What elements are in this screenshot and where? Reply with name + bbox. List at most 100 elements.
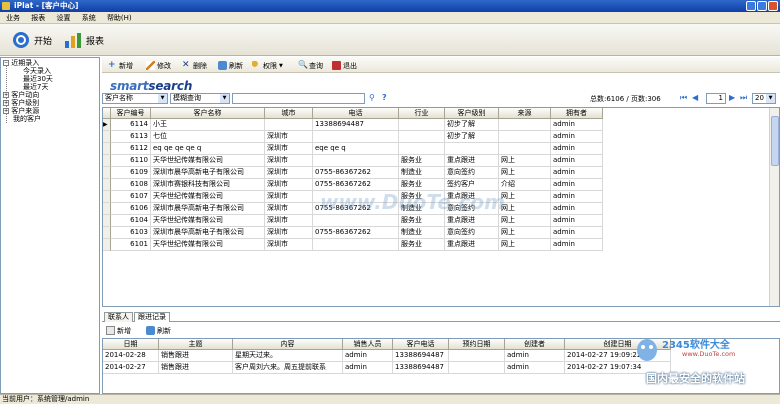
row-selector[interactable] bbox=[103, 239, 111, 251]
table-cell[interactable]: 介绍 bbox=[499, 179, 551, 191]
column-header[interactable]: 创建者 bbox=[505, 339, 565, 350]
row-selector[interactable]: ▶ bbox=[103, 119, 111, 131]
table-cell[interactable]: 深圳市赛银科技有限公司 bbox=[151, 179, 265, 191]
table-cell[interactable]: 网上 bbox=[499, 155, 551, 167]
table-cell[interactable] bbox=[445, 143, 499, 155]
minimize-button[interactable] bbox=[746, 1, 756, 11]
menu-business[interactable]: 业务 bbox=[3, 12, 23, 24]
table-cell[interactable]: 13388694487 bbox=[313, 119, 399, 131]
table-cell[interactable]: eqe qe q bbox=[313, 143, 399, 155]
tree-node-last7[interactable]: 最近7天 bbox=[23, 83, 48, 91]
table-cell[interactable]: 深圳市 bbox=[265, 155, 313, 167]
table-cell[interactable] bbox=[313, 239, 399, 251]
table-cell[interactable]: 服务业 bbox=[399, 215, 445, 227]
column-header[interactable]: 拥有者 bbox=[551, 108, 603, 119]
row-selector[interactable] bbox=[103, 167, 111, 179]
column-header[interactable]: 客户电话 bbox=[393, 339, 449, 350]
table-cell[interactable] bbox=[313, 155, 399, 167]
table-cell[interactable] bbox=[399, 119, 445, 131]
expand-icon[interactable]: + bbox=[3, 100, 9, 106]
column-header[interactable]: 客户级别 bbox=[445, 108, 499, 119]
add-button[interactable]: + 新增 bbox=[108, 60, 133, 71]
table-cell[interactable]: 初步了解 bbox=[445, 131, 499, 143]
column-header[interactable]: 客户编号 bbox=[111, 108, 151, 119]
table-cell[interactable]: 客户周刘六来。周五提前联系 bbox=[233, 362, 343, 374]
collapse-icon[interactable]: − bbox=[3, 60, 9, 66]
table-cell[interactable]: 小王 bbox=[151, 119, 265, 131]
table-cell[interactable]: 6101 bbox=[111, 239, 151, 251]
table-cell[interactable]: 2014-02-27 bbox=[103, 362, 159, 374]
menu-report[interactable]: 报表 bbox=[28, 12, 48, 24]
last-page-icon[interactable]: ⏭ bbox=[740, 93, 747, 103]
row-selector[interactable] bbox=[103, 155, 111, 167]
table-cell[interactable]: admin bbox=[551, 191, 603, 203]
table-cell[interactable]: admin bbox=[505, 350, 565, 362]
start-button[interactable]: 开始 bbox=[12, 29, 52, 51]
tab-followup[interactable]: 跟进记录 bbox=[134, 312, 170, 322]
table-cell[interactable] bbox=[399, 131, 445, 143]
table-cell[interactable]: admin bbox=[343, 362, 393, 374]
table-cell[interactable]: admin bbox=[551, 215, 603, 227]
tree-node-level[interactable]: + 客户级别 bbox=[3, 99, 39, 107]
search-field-select[interactable]: 客户名称 ▼ bbox=[102, 93, 168, 104]
table-cell[interactable]: 销售跟进 bbox=[159, 362, 233, 374]
search-input[interactable] bbox=[232, 93, 365, 104]
table-cell[interactable]: eq qe qe qe q bbox=[151, 143, 265, 155]
row-selector[interactable] bbox=[103, 191, 111, 203]
tree-node-recent[interactable]: − 近期录入 bbox=[3, 59, 39, 67]
table-cell[interactable]: 深圳市晨华高新电子有限公司 bbox=[151, 227, 265, 239]
table-cell[interactable]: 销售跟进 bbox=[159, 350, 233, 362]
table-cell[interactable]: 制造业 bbox=[399, 227, 445, 239]
table-cell[interactable] bbox=[499, 143, 551, 155]
tree-node-last30[interactable]: 最近30天 bbox=[23, 75, 53, 83]
table-cell[interactable]: 深圳市 bbox=[265, 203, 313, 215]
table-cell[interactable]: 天华世纪传媒有限公司 bbox=[151, 191, 265, 203]
table-cell[interactable]: 6112 bbox=[111, 143, 151, 155]
column-header[interactable]: 电话 bbox=[313, 108, 399, 119]
column-header[interactable]: 客户名称 bbox=[151, 108, 265, 119]
table-cell[interactable]: 深圳市 bbox=[265, 131, 313, 143]
table-cell[interactable] bbox=[449, 362, 505, 374]
table-cell[interactable]: 网上 bbox=[499, 227, 551, 239]
column-header[interactable]: 行业 bbox=[399, 108, 445, 119]
column-header[interactable]: 销售人员 bbox=[343, 339, 393, 350]
table-cell[interactable]: admin bbox=[551, 227, 603, 239]
search-mode-select[interactable]: 模糊查询 ▼ bbox=[170, 93, 230, 104]
help-icon[interactable]: ? bbox=[382, 93, 387, 102]
expand-icon[interactable]: + bbox=[3, 92, 9, 98]
table-cell[interactable]: 深圳市 bbox=[265, 143, 313, 155]
table-cell[interactable]: admin bbox=[551, 119, 603, 131]
table-cell[interactable]: 深圳市 bbox=[265, 227, 313, 239]
table-cell[interactable]: 重点跟进 bbox=[445, 215, 499, 227]
column-header[interactable]: 内容 bbox=[233, 339, 343, 350]
table-cell[interactable]: 2014-02-28 bbox=[103, 350, 159, 362]
refresh-button[interactable]: 刷新 bbox=[218, 60, 243, 71]
table-cell[interactable]: admin bbox=[551, 155, 603, 167]
table-cell[interactable]: 深圳市 bbox=[265, 179, 313, 191]
column-header[interactable]: 城市 bbox=[265, 108, 313, 119]
table-cell[interactable]: 网上 bbox=[499, 167, 551, 179]
row-selector[interactable] bbox=[103, 203, 111, 215]
table-cell[interactable]: 网上 bbox=[499, 203, 551, 215]
table-cell[interactable]: admin bbox=[551, 143, 603, 155]
first-page-icon[interactable]: ⏮ bbox=[680, 93, 687, 103]
table-cell[interactable]: 星期天过来。 bbox=[233, 350, 343, 362]
table-cell[interactable]: admin bbox=[551, 179, 603, 191]
tree-node-source[interactable]: + 客户来源 bbox=[3, 107, 39, 115]
table-cell[interactable]: 深圳市 bbox=[265, 215, 313, 227]
table-cell[interactable]: 网上 bbox=[499, 215, 551, 227]
table-cell[interactable]: 重点跟进 bbox=[445, 239, 499, 251]
tree-node-mine[interactable]: 我的客户 bbox=[13, 115, 41, 123]
permission-button[interactable]: 权限 ▼ bbox=[252, 60, 283, 71]
table-cell[interactable]: 6114 bbox=[111, 119, 151, 131]
table-cell[interactable]: 6106 bbox=[111, 203, 151, 215]
table-cell[interactable]: 深圳市 bbox=[265, 167, 313, 179]
table-cell[interactable]: admin bbox=[505, 362, 565, 374]
expand-icon[interactable]: + bbox=[3, 108, 9, 114]
table-cell[interactable]: 0755-86367262 bbox=[313, 227, 399, 239]
column-header[interactable]: 主题 bbox=[159, 339, 233, 350]
maximize-button[interactable] bbox=[757, 1, 767, 11]
row-selector[interactable] bbox=[103, 215, 111, 227]
table-cell[interactable]: 6110 bbox=[111, 155, 151, 167]
delete-button[interactable]: ✕ 删除 bbox=[182, 60, 207, 71]
